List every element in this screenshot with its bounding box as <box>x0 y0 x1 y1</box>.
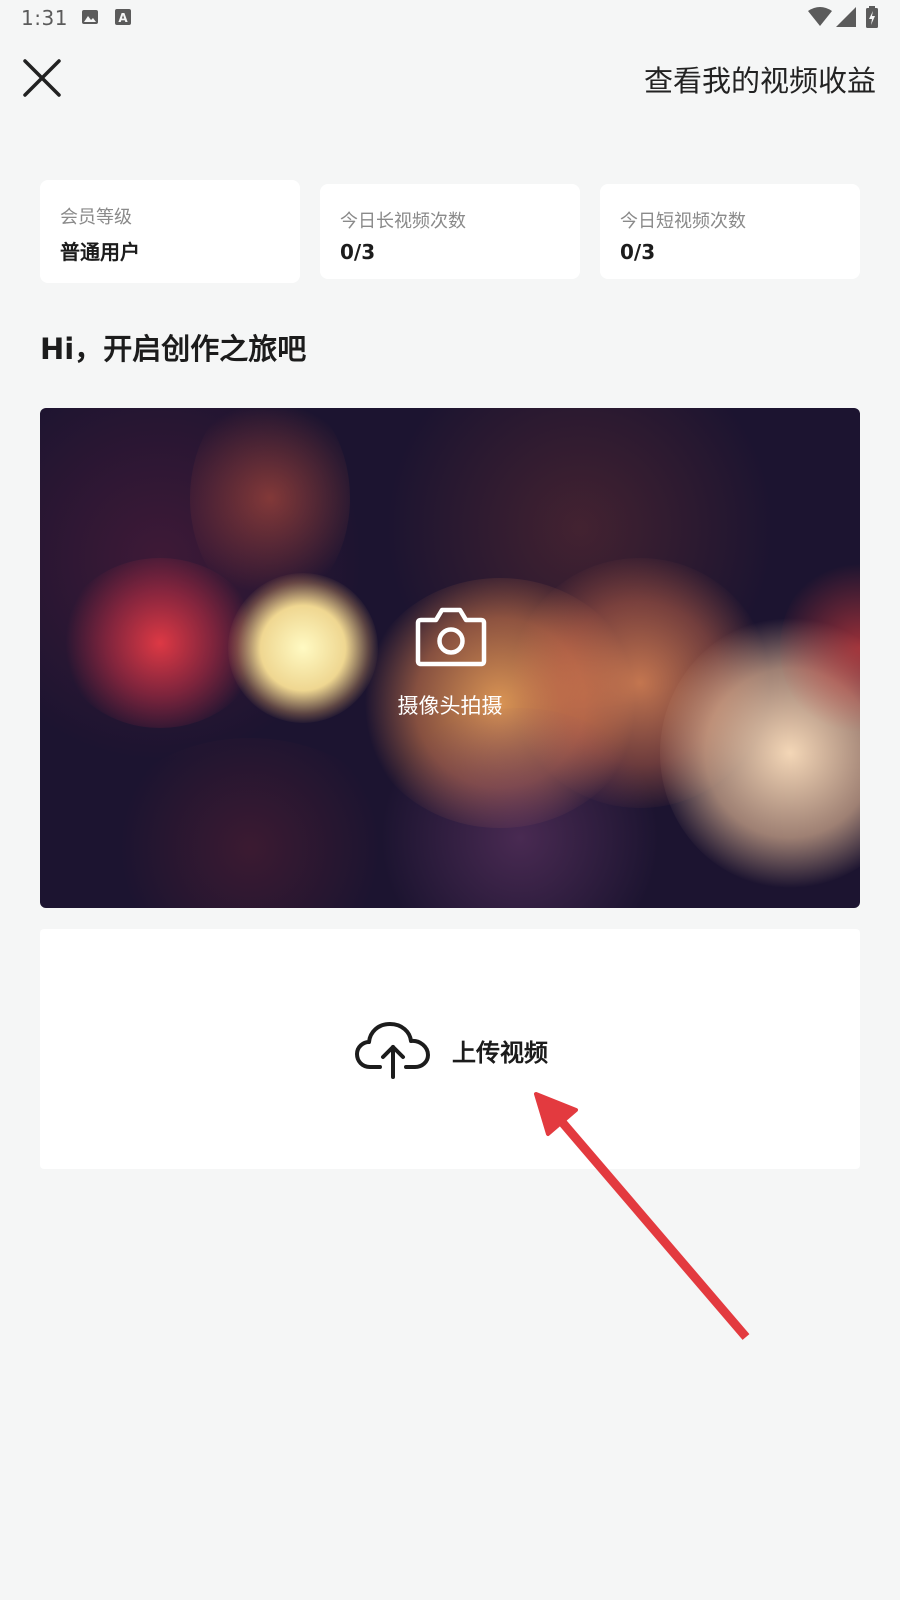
camera-capture-button[interactable]: 摄像头拍摄 <box>40 408 860 908</box>
stat-card-long-video-count: 今日长视频次数 0/3 <box>320 184 580 279</box>
text-a-icon: A <box>115 9 131 25</box>
camera-center: 摄像头拍摄 <box>40 408 860 908</box>
battery-charging-icon <box>866 6 878 28</box>
stat-label: 今日长视频次数 <box>340 211 466 232</box>
camera-label: 摄像头拍摄 <box>397 694 503 718</box>
status-time: 1:31 <box>21 6 68 30</box>
upload-video-button[interactable]: 上传视频 <box>40 929 860 1169</box>
image-icon <box>82 10 98 24</box>
cloud-upload-icon <box>355 1022 430 1079</box>
close-button[interactable] <box>18 54 66 102</box>
svg-text:A: A <box>118 11 128 25</box>
stat-card-member-level: 会员等级 普通用户 <box>40 180 300 283</box>
stat-label: 会员等级 <box>60 207 132 228</box>
close-icon <box>23 59 61 97</box>
greeting-heading: Hi，开启创作之旅吧 <box>40 332 307 366</box>
stat-value: 0/3 <box>620 240 656 264</box>
stat-label: 今日短视频次数 <box>620 211 746 232</box>
stat-value: 0/3 <box>340 240 376 264</box>
stat-value: 普通用户 <box>60 240 140 264</box>
camera-icon <box>415 607 487 667</box>
upload-label: 上传视频 <box>452 1039 548 1067</box>
signal-icon <box>836 7 856 27</box>
stat-card-short-video-count: 今日短视频次数 0/3 <box>600 184 860 279</box>
page: 1:31 A 查看我的视频收益 会员等级 普通用户 今日长视频次数 0/3 今日… <box>0 0 900 1600</box>
status-bar: 1:31 A <box>0 0 900 36</box>
view-earnings-link[interactable]: 查看我的视频收益 <box>644 58 876 100</box>
wifi-icon <box>808 7 832 26</box>
